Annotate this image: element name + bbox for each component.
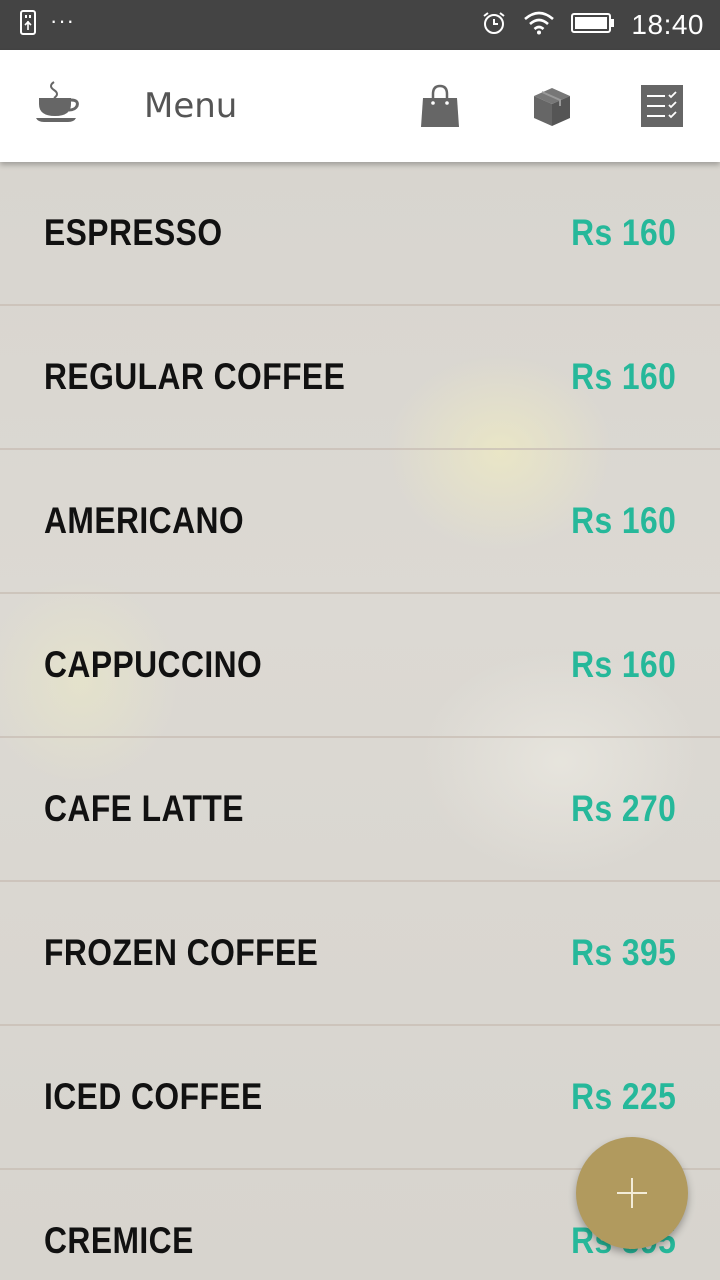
item-name: CREMICE (44, 1220, 194, 1261)
menu-item-cafe-latte[interactable]: CAFE LATTE Rs 270 (0, 738, 720, 882)
menu-item-regular-coffee[interactable]: REGULAR COFFEE Rs 160 (0, 306, 720, 450)
status-left: ··· (18, 8, 75, 41)
item-name: ICED COFFEE (44, 1076, 263, 1117)
coffee-cup-icon[interactable] (34, 80, 82, 126)
item-name: REGULAR COFFEE (44, 356, 346, 397)
alarm-icon (481, 10, 507, 41)
menu-item-cappuccino[interactable]: CAPPUCCINO Rs 160 (0, 594, 720, 738)
battery-icon (571, 12, 615, 39)
page-title: Menu (144, 86, 238, 126)
item-price: Rs 160 (570, 500, 676, 541)
menu-item-americano[interactable]: AMERICANO Rs 160 (0, 450, 720, 594)
menu-item-frozen-coffee[interactable]: FROZEN COFFEE Rs 395 (0, 882, 720, 1026)
item-price: Rs 225 (570, 1076, 676, 1117)
status-time: 18:40 (631, 9, 704, 40)
item-name: CAPPUCCINO (44, 644, 263, 685)
item-price: Rs 160 (570, 212, 676, 253)
checklist-icon[interactable] (640, 84, 684, 128)
notification-dots: ··· (50, 8, 75, 33)
app-bar: Menu (0, 50, 720, 162)
menu-item-espresso[interactable]: ESPRESSO Rs 160 (0, 162, 720, 306)
status-bar: ··· 18:40 (0, 0, 720, 50)
item-price: Rs 160 (570, 644, 676, 685)
item-price: Rs 160 (570, 356, 676, 397)
status-right: 18:40 (481, 9, 704, 41)
item-price: Rs 395 (570, 932, 676, 973)
item-price: Rs 270 (570, 788, 676, 829)
plus-icon (617, 1178, 647, 1208)
item-name: AMERICANO (44, 500, 245, 541)
wifi-icon (523, 11, 555, 40)
usb-icon (18, 9, 38, 41)
shopping-bag-icon[interactable] (418, 84, 462, 128)
item-name: ESPRESSO (44, 212, 223, 253)
add-button[interactable] (576, 1137, 688, 1249)
item-name: CAFE LATTE (44, 788, 244, 829)
menu-list: ESPRESSO Rs 160 REGULAR COFFEE Rs 160 AM… (0, 162, 720, 1280)
package-box-icon[interactable] (530, 84, 574, 128)
item-name: FROZEN COFFEE (44, 932, 319, 973)
